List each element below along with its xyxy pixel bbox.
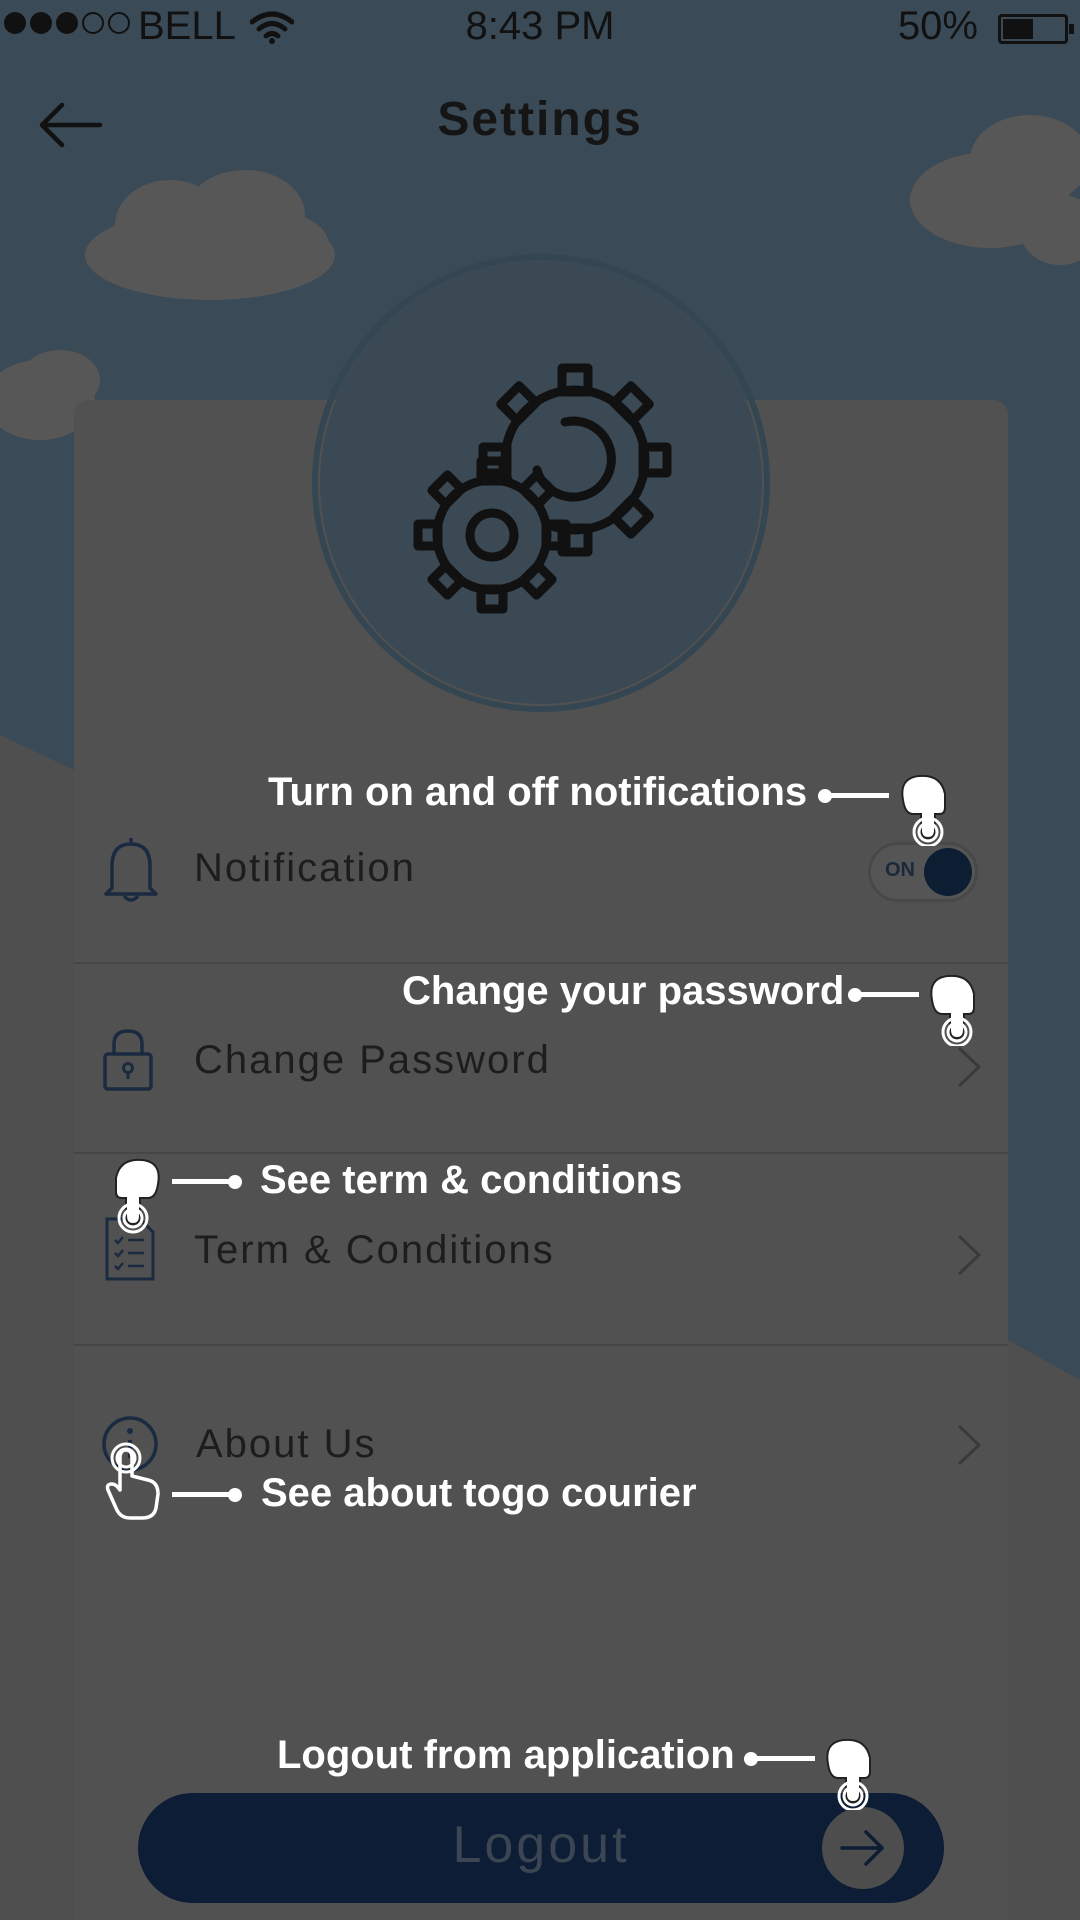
settings-screen: BELL 8:43 PM 50% Settings Notification O…: [0, 0, 1080, 1920]
chevron-right-icon: [957, 1234, 982, 1276]
hand-pointer-icon: [105, 1442, 160, 1520]
hand-pointer-icon: [826, 1738, 871, 1810]
bell-icon: [104, 838, 158, 902]
toggle-knob: [924, 848, 972, 896]
change-password-label: Change Password: [194, 1038, 551, 1082]
hint-pointer-line: [825, 793, 889, 798]
notification-toggle[interactable]: ON: [868, 842, 978, 902]
hint-password: Change your password: [402, 969, 845, 1013]
battery-percentage: 50%: [897, 4, 978, 48]
hint-pointer-dot: [228, 1175, 242, 1189]
hint-logout: Logout from application: [277, 1733, 735, 1777]
hint-pointer-line: [172, 1492, 232, 1497]
terms-label: Term & Conditions: [194, 1228, 555, 1272]
gears-icon: [413, 363, 672, 614]
toggle-on-text: ON: [885, 859, 915, 881]
page-title: Settings: [437, 93, 643, 146]
about-us-label: About Us: [196, 1422, 377, 1466]
hand-pointer-icon: [115, 1158, 160, 1234]
hand-pointer-icon: [901, 774, 946, 846]
hint-about: See about togo courier: [261, 1471, 697, 1515]
hand-pointer-icon: [930, 974, 975, 1046]
settings-row-notification[interactable]: Notification: [74, 800, 1008, 960]
chevron-right-icon: [957, 1424, 982, 1466]
battery-icon: [998, 14, 1074, 44]
hint-pointer-line: [172, 1179, 232, 1184]
lock-icon: [103, 1029, 153, 1091]
chevron-right-icon: [957, 1046, 982, 1088]
hint-pointer-line: [751, 1756, 815, 1761]
logout-arrow-circle: [822, 1807, 904, 1889]
hint-pointer-dot: [228, 1488, 242, 1502]
hint-terms: See term & conditions: [260, 1158, 683, 1202]
arrow-right-icon: [840, 1830, 884, 1866]
hint-pointer-line: [855, 992, 919, 997]
notification-label: Notification: [194, 846, 416, 890]
status-bar: BELL 8:43 PM 50%: [0, 0, 1080, 58]
hint-notification: Turn on and off notifications: [268, 770, 808, 814]
